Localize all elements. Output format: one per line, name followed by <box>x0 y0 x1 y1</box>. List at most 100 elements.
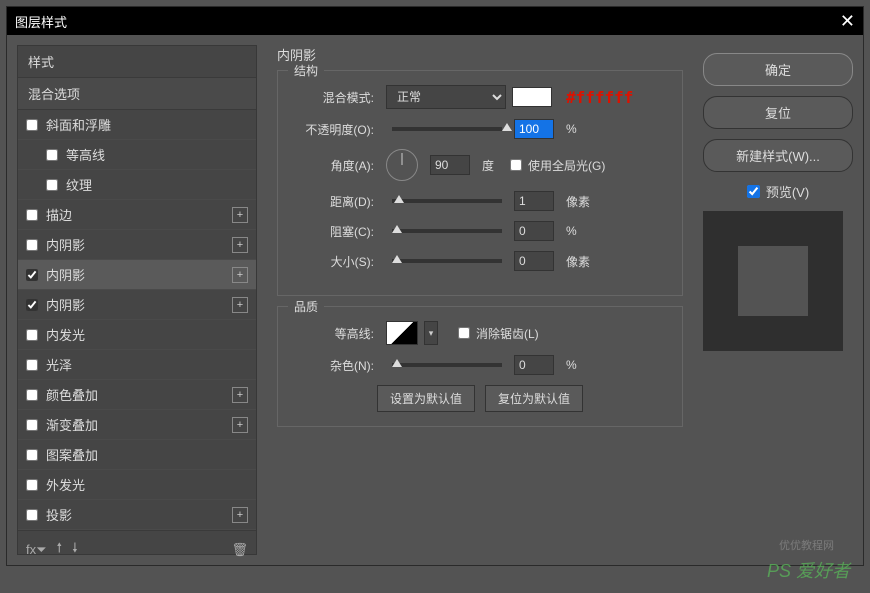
style-item[interactable]: 内阴影+ <box>18 230 256 260</box>
style-item[interactable]: 颜色叠加 + <box>18 380 256 410</box>
style-item[interactable]: 内阴影 + <box>18 260 256 290</box>
style-label: 斜面和浮雕 <box>46 115 111 134</box>
new-style-button[interactable]: 新建样式(W)... <box>703 139 853 172</box>
style-item[interactable]: 内发光 <box>18 320 256 350</box>
style-checkbox[interactable] <box>46 149 58 161</box>
angle-dial[interactable] <box>386 149 418 181</box>
blendmode-select[interactable]: 正常 <box>386 85 506 109</box>
watermark: PS 爱好者 <box>767 557 850 583</box>
style-checkbox[interactable] <box>26 269 38 281</box>
distance-label: 距离(D): <box>294 193 374 210</box>
structure-fieldset: 结构 混合模式: 正常 #ffffff 不透明度(O): % 角度(A): <box>277 70 683 296</box>
style-item[interactable]: 斜面和浮雕 <box>18 110 256 140</box>
style-checkbox[interactable] <box>26 389 38 401</box>
add-effect-icon[interactable]: + <box>232 387 248 403</box>
cancel-button[interactable]: 复位 <box>703 96 853 129</box>
distance-slider[interactable] <box>392 199 502 203</box>
distance-input[interactable] <box>514 191 554 211</box>
style-checkbox[interactable] <box>26 299 38 311</box>
add-effect-icon[interactable]: + <box>232 507 248 523</box>
add-effect-icon[interactable]: + <box>232 207 248 223</box>
size-input[interactable] <box>514 251 554 271</box>
style-label: 内阴影 <box>46 265 85 284</box>
make-default-button[interactable]: 设置为默认值 <box>377 385 475 412</box>
style-item[interactable]: 等高线 <box>18 140 256 170</box>
right-panel: 确定 复位 新建样式(W)... 预览(V) <box>703 45 853 555</box>
preview-checkbox[interactable]: 预览(V) <box>703 182 853 201</box>
style-checkbox[interactable] <box>26 239 38 251</box>
color-annotation: #ffffff <box>566 88 633 107</box>
style-checkbox[interactable] <box>26 359 38 371</box>
style-label: 纹理 <box>66 175 92 194</box>
choke-label: 阻塞(C): <box>294 223 374 240</box>
style-label: 渐变叠加 <box>46 415 98 434</box>
blending-options-header[interactable]: 混合选项 <box>18 78 256 110</box>
style-checkbox[interactable] <box>26 449 38 461</box>
color-swatch[interactable] <box>512 87 552 107</box>
antialias-checkbox[interactable]: 消除锯齿(L) <box>458 325 539 342</box>
styles-list-panel: 样式 混合选项 斜面和浮雕等高线纹理描边+内阴影+内阴影+内阴影+内发光光泽颜色… <box>17 45 257 555</box>
style-label: 光泽 <box>46 355 72 374</box>
noise-label: 杂色(N): <box>294 357 374 374</box>
titlebar: 图层样式 ✕ <box>7 7 863 35</box>
preview-swatch <box>738 246 808 316</box>
move-up-icon[interactable]: 🠕 <box>57 539 63 561</box>
settings-panel: 内阴影 结构 混合模式: 正常 #ffffff 不透明度(O): % 角度(A)… <box>267 45 693 555</box>
style-label: 等高线 <box>66 145 105 164</box>
opacity-slider[interactable] <box>392 127 502 131</box>
trash-icon[interactable]: 🗑 <box>231 542 248 558</box>
quality-label: 品质 <box>288 298 324 315</box>
add-effect-icon[interactable]: + <box>232 417 248 433</box>
style-checkbox[interactable] <box>26 419 38 431</box>
angle-input[interactable] <box>430 155 470 175</box>
style-checkbox[interactable] <box>26 329 38 341</box>
style-item[interactable]: 光泽 <box>18 350 256 380</box>
angle-unit: 度 <box>482 157 494 174</box>
style-item[interactable]: 投影 + <box>18 500 256 530</box>
styles-header[interactable]: 样式 <box>18 46 256 78</box>
ok-button[interactable]: 确定 <box>703 53 853 86</box>
style-item[interactable]: 渐变叠加 + <box>18 410 256 440</box>
distance-unit: 像素 <box>566 193 590 210</box>
style-label: 内发光 <box>46 325 85 344</box>
close-icon[interactable]: ✕ <box>840 11 855 32</box>
global-light-checkbox[interactable]: 使用全局光(G) <box>510 157 605 174</box>
choke-slider[interactable] <box>392 229 502 233</box>
quality-fieldset: 品质 等高线: ▾ 消除锯齿(L) 杂色(N): % 设置为默认值 <box>277 306 683 427</box>
style-checkbox[interactable] <box>46 179 58 191</box>
noise-input[interactable] <box>514 355 554 375</box>
style-item[interactable]: 内阴影 + <box>18 290 256 320</box>
style-label: 外发光 <box>46 475 85 494</box>
opacity-input[interactable] <box>514 119 554 139</box>
style-item[interactable]: 描边+ <box>18 200 256 230</box>
add-effect-icon[interactable]: + <box>232 237 248 253</box>
choke-input[interactable] <box>514 221 554 241</box>
styles-footer: fx⏷ 🠕 🠗 🗑 <box>18 530 256 569</box>
style-checkbox[interactable] <box>26 509 38 521</box>
add-effect-icon[interactable]: + <box>232 267 248 283</box>
choke-unit: % <box>566 224 577 238</box>
style-item[interactable]: 图案叠加 <box>18 440 256 470</box>
reset-default-button[interactable]: 复位为默认值 <box>485 385 583 412</box>
style-label: 投影 <box>46 505 72 524</box>
size-slider[interactable] <box>392 259 502 263</box>
style-label: 颜色叠加 <box>46 385 98 404</box>
style-checkbox[interactable] <box>26 119 38 131</box>
blendmode-label: 混合模式: <box>294 89 374 106</box>
style-checkbox[interactable] <box>26 209 38 221</box>
style-label: 内阴影 <box>46 295 85 314</box>
noise-unit: % <box>566 358 577 372</box>
contour-label: 等高线: <box>294 325 374 342</box>
style-item[interactable]: 纹理 <box>18 170 256 200</box>
style-checkbox[interactable] <box>26 479 38 491</box>
style-item[interactable]: 外发光 <box>18 470 256 500</box>
contour-swatch[interactable] <box>386 321 418 345</box>
add-effect-icon[interactable]: + <box>232 297 248 313</box>
contour-dropdown[interactable]: ▾ <box>424 321 438 345</box>
watermark-small: 优优教程网 <box>779 537 834 553</box>
size-unit: 像素 <box>566 253 590 270</box>
noise-slider[interactable] <box>392 363 502 367</box>
fx-icon[interactable]: fx⏷ <box>26 542 47 558</box>
dialog-title: 图层样式 <box>15 12 67 31</box>
move-down-icon[interactable]: 🠗 <box>72 539 78 561</box>
